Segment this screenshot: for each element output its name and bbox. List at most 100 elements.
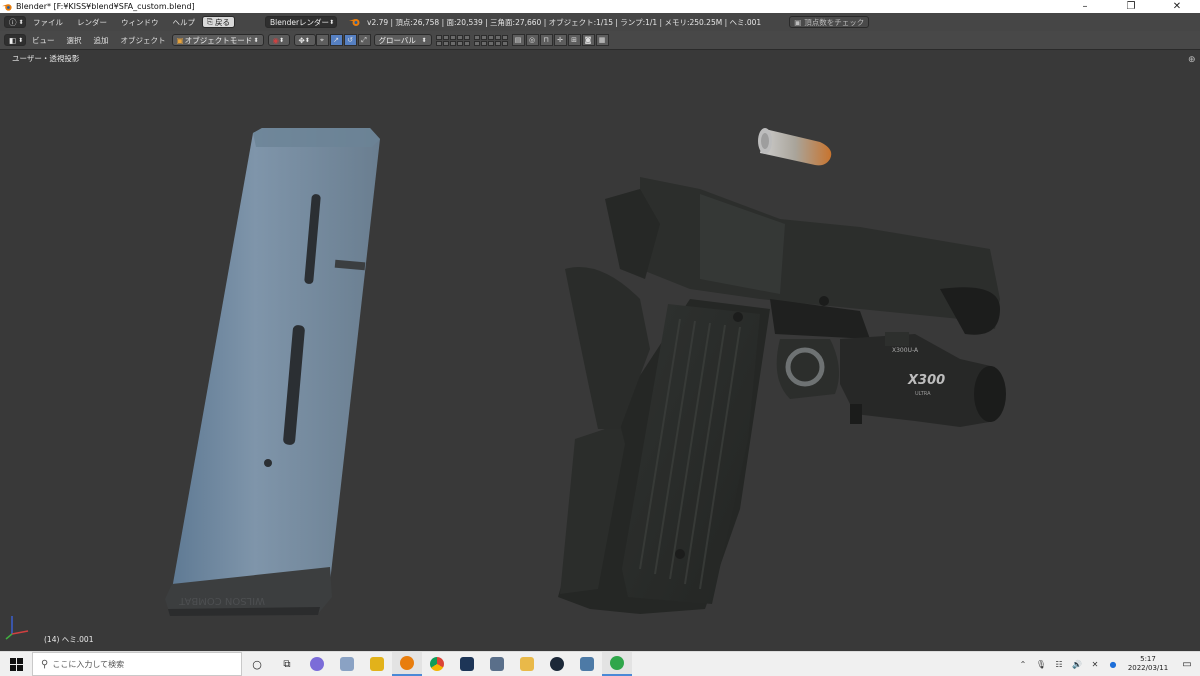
chevron-up-icon[interactable]: ⌃: [1016, 657, 1030, 671]
scale-manipulator[interactable]: ⤢: [357, 34, 371, 46]
taskbar-app-tools[interactable]: [482, 652, 512, 676]
taskbar-app-paint[interactable]: [362, 652, 392, 676]
menu-file[interactable]: ファイル: [26, 17, 70, 28]
blender-logo-icon: [2, 3, 12, 11]
blender-icon: [400, 656, 414, 670]
volume-icon[interactable]: 🔊: [1070, 657, 1084, 671]
arrow-icon: ↗: [333, 36, 339, 44]
scale-icon: ⤢: [361, 35, 367, 44]
back-icon: ⎘: [207, 17, 213, 26]
grid-snap-icon: ⊞: [571, 36, 577, 44]
window-title: Blender* [F:¥KISS¥blend¥SFA_custom.blend…: [16, 2, 195, 11]
proportional-edit-button[interactable]: ◎: [525, 34, 539, 46]
active-object-label: (14) ヘミ.001: [44, 635, 94, 644]
3d-viewport[interactable]: ユーザー・透視投影 ⊕ WILSON COMBAT X300U-A X300 U…: [0, 49, 1200, 651]
notification-button[interactable]: ▭: [1174, 659, 1200, 670]
flashlight-model: X300U-A X300 ULTRA: [840, 332, 1006, 427]
manipulator-toggle[interactable]: ⌖: [315, 34, 329, 46]
taskbar-app-cube[interactable]: [452, 652, 482, 676]
mode-select[interactable]: ▣ オブジェクトモード ⬍: [171, 34, 264, 46]
cortana-button[interactable]: ○: [242, 652, 272, 676]
taskbar-app-monitor[interactable]: [572, 652, 602, 676]
check-vertices-button[interactable]: ▣ 頂点数をチェック: [789, 16, 870, 28]
lock-icon: ▤: [514, 36, 522, 44]
layers-grid-a[interactable]: [435, 34, 470, 46]
app-cube-icon: [460, 657, 474, 671]
back-button[interactable]: ⎘ 戻る: [202, 16, 235, 28]
snap-element-button[interactable]: ✛: [553, 34, 567, 46]
magnet-icon: ⊓: [543, 36, 549, 44]
editor-type-3dview[interactable]: ◧ ⬍: [4, 34, 26, 46]
taskbar-search[interactable]: ⚲ ここに入力して検索: [32, 652, 242, 676]
title-bar: Blender* [F:¥KISS¥blend¥SFA_custom.blend…: [0, 0, 1200, 13]
render-animation-button[interactable]: ▦: [595, 34, 609, 46]
task-view-button[interactable]: ⧉: [272, 652, 302, 676]
task-view-icon: ⧉: [283, 658, 291, 670]
lock-layers-button[interactable]: ▤: [511, 34, 525, 46]
start-button[interactable]: [0, 652, 32, 676]
updown-icon: ⬍: [18, 18, 24, 26]
pistol-model: X300U-A X300 ULTRA: [558, 177, 1006, 614]
clock-date: 2022/03/11: [1127, 664, 1169, 672]
tools-icon: [490, 657, 504, 671]
taskbar-app-explorer[interactable]: [512, 652, 542, 676]
snap-toggle[interactable]: ⊓: [539, 34, 553, 46]
close-button[interactable]: ✕: [1154, 0, 1200, 13]
layers-grid-b[interactable]: [473, 34, 508, 46]
rotate-manipulator[interactable]: ↺: [343, 34, 357, 46]
menu-help[interactable]: ヘルプ: [166, 17, 203, 28]
svg-text:X300U-A: X300U-A: [892, 347, 919, 354]
checkbox-icon: ▣: [794, 17, 802, 27]
updown-icon: ⬍: [253, 36, 259, 44]
paint-icon: [370, 657, 384, 671]
photos-icon: [340, 657, 354, 671]
axis-gizmo-icon: [5, 616, 29, 640]
render-engine-select[interactable]: Blenderレンダー ⬍: [265, 16, 337, 28]
taskbar-app-discord[interactable]: [302, 652, 332, 676]
info-icon: ⓘ: [9, 17, 17, 27]
updown-icon: ⬍: [329, 18, 335, 26]
taskbar-app-chrome[interactable]: [422, 652, 452, 676]
viewport-shading-select[interactable]: ◉ ⬍: [267, 34, 290, 46]
microphone-icon[interactable]: 🎙: [1034, 657, 1048, 671]
minimize-button[interactable]: –: [1062, 0, 1108, 13]
taskbar-app-photos[interactable]: [332, 652, 362, 676]
network-icon[interactable]: ☷: [1052, 657, 1066, 671]
clock[interactable]: 5:17 2022/03/11: [1122, 655, 1174, 673]
updown-icon: ⬍: [421, 36, 427, 44]
windows-taskbar: ⚲ ここに入力して検索 ○ ⧉ ⌃ 🎙 ☷ 🔊 ✕ ● 5:17 2022/03…: [0, 651, 1200, 676]
notification-icon: ▭: [1182, 658, 1192, 670]
menu-window[interactable]: ウィンドウ: [114, 17, 166, 28]
back-button-label: 戻る: [215, 17, 230, 27]
rotate-icon: ↺: [347, 36, 353, 44]
onedrive-icon[interactable]: ●: [1106, 657, 1120, 671]
editor-type-button[interactable]: ⓘ ⬍: [4, 16, 26, 28]
folder-icon: [520, 657, 534, 671]
system-tray: ⌃ 🎙 ☷ 🔊 ✕ ● 5:17 2022/03/11 ▭: [1014, 652, 1200, 676]
menu-render[interactable]: レンダー: [70, 17, 114, 28]
translate-manipulator[interactable]: ↗: [329, 34, 343, 46]
menu-view[interactable]: ビュー: [26, 35, 61, 46]
snap-target-button[interactable]: ⊞: [567, 34, 581, 46]
pivot-select[interactable]: ✥ ⬍: [293, 34, 316, 46]
manipulator-icon: ⌖: [320, 35, 324, 44]
svg-text:ULTRA: ULTRA: [915, 391, 931, 397]
orientation-select[interactable]: グローバル ⬍: [373, 34, 432, 46]
viewport-render: WILSON COMBAT X300U-A X300 ULTRA: [5, 128, 1006, 640]
maximize-button[interactable]: ❐: [1108, 0, 1154, 13]
render-opengl-button[interactable]: ◙: [581, 34, 595, 46]
monitor-icon: [580, 657, 594, 671]
taskbar-app-blender[interactable]: [392, 652, 422, 676]
circle-icon: ○: [252, 657, 262, 671]
3d-view-header: ◧ ⬍ ビュー 選択 追加 オブジェクト ▣ オブジェクトモード ⬍ ◉ ⬍ ✥ ⬍ …: [0, 31, 1200, 50]
discord-icon: [310, 657, 324, 671]
menu-object[interactable]: オブジェクト: [115, 35, 172, 46]
search-icon: ⚲: [41, 658, 49, 670]
orientation-label: グローバル: [378, 35, 416, 45]
keyboard-icon[interactable]: ✕: [1088, 657, 1102, 671]
menu-select[interactable]: 選択: [61, 35, 88, 46]
taskbar-app-clip-studio[interactable]: [602, 652, 632, 676]
menu-add[interactable]: 追加: [88, 35, 115, 46]
object-mode-icon: ▣: [176, 35, 184, 45]
taskbar-app-steam[interactable]: [542, 652, 572, 676]
